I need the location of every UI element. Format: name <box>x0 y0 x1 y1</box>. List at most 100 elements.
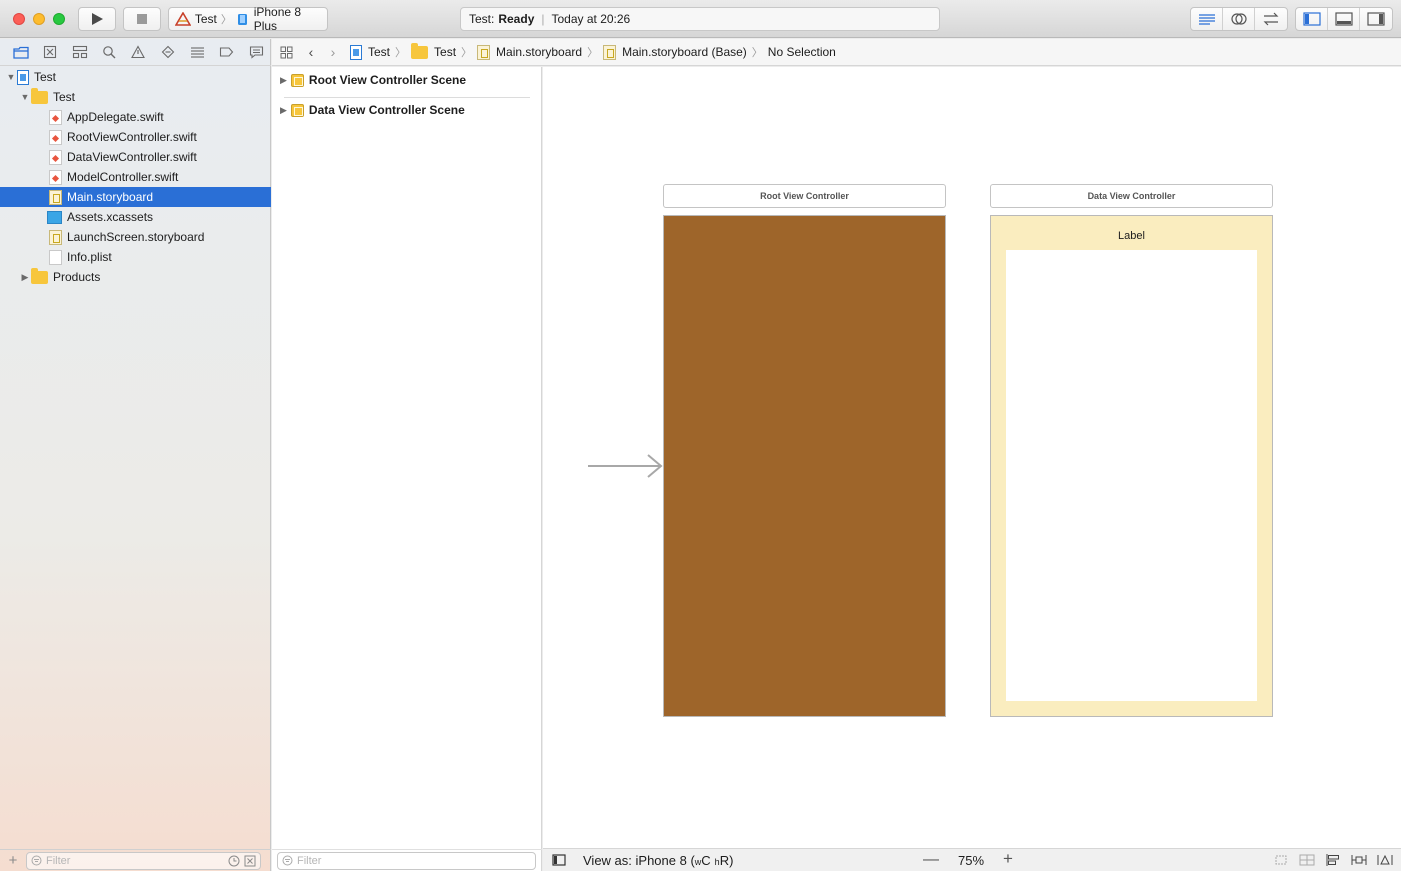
breadcrumb-label: Test <box>434 45 457 59</box>
issue-navigator-tab[interactable] <box>124 42 153 62</box>
size-class-h-value: R <box>719 852 730 868</box>
scheme-chevron-icon: 〉 <box>220 14 232 26</box>
storyboard-canvas[interactable]: Root View Controller Data View Controlle… <box>543 67 1401 848</box>
close-window-button[interactable] <box>13 13 25 25</box>
outline-toggle-icon <box>552 854 566 866</box>
update-frames-button[interactable] <box>1273 853 1289 870</box>
scene-label: Data View Controller Scene <box>308 103 465 117</box>
initial-vc-arrow-icon[interactable] <box>588 453 664 479</box>
test-navigator-tab[interactable] <box>153 42 182 62</box>
outline-filter-field[interactable]: Filter <box>277 851 536 870</box>
project-navigator: ▼ Test ▼ Test AppDelegate.swift RootView… <box>0 39 271 871</box>
panel-toggle-segment <box>1295 7 1393 31</box>
zoom-out-button[interactable]: — <box>923 851 939 869</box>
tree-row-label: ModelController.swift <box>67 170 179 184</box>
scene-label: Root View Controller Scene <box>308 73 467 87</box>
view-as-control[interactable]: View as: iPhone 8 (wC hR) <box>583 853 733 868</box>
breadcrumb-file[interactable]: Main.storyboard <box>477 44 583 60</box>
tree-row-label: Test <box>53 90 76 104</box>
align-button[interactable] <box>1325 853 1341 870</box>
tree-row-file[interactable]: ModelController.swift <box>0 167 271 187</box>
data-vc-title-bar[interactable]: Data View Controller <box>990 184 1273 208</box>
project-navigator-tab[interactable] <box>6 42 35 62</box>
disclosure-closed-icon[interactable]: ▶ <box>19 272 31 283</box>
embed-in-stack-button[interactable] <box>1299 853 1315 870</box>
symbol-navigator-tab[interactable] <box>65 42 94 62</box>
play-icon <box>92 13 103 25</box>
outline-scene-root[interactable]: ▶ Root View Controller Scene <box>272 67 542 93</box>
add-constraints-button[interactable] <box>1351 853 1367 870</box>
find-navigator-tab[interactable] <box>94 42 123 62</box>
project-file-icon <box>350 44 362 60</box>
tree-row-file[interactable]: Info.plist <box>0 247 271 267</box>
window-toolbar: Test 〉 iPhone 8 Plus Test: Ready | Today… <box>0 0 1401 38</box>
tree-row-file[interactable]: DataViewController.swift <box>0 147 271 167</box>
version-editor-button[interactable] <box>1255 8 1287 30</box>
tree-row-file[interactable]: Assets.xcassets <box>0 207 271 227</box>
zoom-in-button[interactable]: + <box>1003 849 1013 869</box>
stop-button[interactable] <box>123 7 161 31</box>
tree-row-label: DataViewController.swift <box>67 150 197 164</box>
outline-scene-data[interactable]: ▶ Data View Controller Scene <box>272 97 542 123</box>
breadcrumb-localization[interactable]: Main.storyboard (Base) <box>603 44 747 60</box>
tree-row-file-selected[interactable]: Main.storyboard <box>0 187 271 207</box>
editor-mode-segment <box>1190 7 1288 31</box>
breadcrumb-label: Main.storyboard <box>496 45 583 59</box>
navigator-filter-field[interactable]: Filter <box>26 851 261 870</box>
source-control-navigator-tab[interactable] <box>35 42 64 62</box>
outline-filter-bar: Filter <box>272 849 542 871</box>
root-vc-title-bar[interactable]: Root View Controller <box>663 184 946 208</box>
toggle-debug-area-button[interactable] <box>1328 8 1360 30</box>
standard-editor-button[interactable] <box>1191 8 1223 30</box>
disclosure-closed-icon[interactable]: ▶ <box>280 75 287 86</box>
disclosure-open-icon[interactable]: ▼ <box>19 92 31 102</box>
stop-icon <box>137 14 147 24</box>
scheme-selector[interactable]: Test 〉 iPhone 8 Plus <box>168 5 328 33</box>
tree-row-file[interactable]: RootViewController.swift <box>0 127 271 147</box>
tree-row-file[interactable]: LaunchScreen.storyboard <box>0 227 271 247</box>
breadcrumb-label: No Selection <box>767 45 836 59</box>
add-file-button[interactable]: + <box>0 852 26 869</box>
modified-files-icon[interactable] <box>244 855 256 867</box>
navigator-filter-bar: + Filter <box>0 849 271 871</box>
breadcrumb-group[interactable]: Test <box>411 42 457 59</box>
swift-file-icon <box>49 129 62 145</box>
tree-row-file[interactable]: AppDelegate.swift <box>0 107 271 127</box>
debug-navigator-tab[interactable] <box>183 42 212 62</box>
forward-button[interactable]: › <box>322 44 344 60</box>
swift-file-icon <box>49 149 62 165</box>
editor-jump-bar: ‹ › Test 〉 Test 〉 Main.storyboard 〉 Main… <box>272 39 1401 66</box>
back-button[interactable]: ‹ <box>300 44 322 60</box>
plist-file-icon <box>49 249 62 265</box>
toggle-utilities-button[interactable] <box>1360 8 1392 30</box>
root-vc-view[interactable] <box>663 215 946 717</box>
zoom-window-button[interactable] <box>53 13 65 25</box>
minimize-window-button[interactable] <box>33 13 45 25</box>
toggle-outline-button[interactable] <box>543 854 575 866</box>
breadcrumb-project[interactable]: Test <box>350 44 390 60</box>
data-content-view[interactable] <box>1006 250 1257 701</box>
tree-row-project[interactable]: ▼ Test <box>0 67 271 87</box>
tree-row-group-test[interactable]: ▼ Test <box>0 87 271 107</box>
breadcrumb-chevron-icon: 〉 <box>395 47 407 59</box>
report-navigator-tab[interactable] <box>242 42 271 62</box>
breadcrumb-selection[interactable]: No Selection <box>768 45 836 59</box>
data-vc-view[interactable]: Label <box>990 215 1273 717</box>
warning-icon <box>131 45 146 59</box>
align-icon <box>1326 854 1339 866</box>
run-button[interactable] <box>78 7 116 31</box>
navigator-panel-icon <box>1302 12 1321 26</box>
storyboard-file-icon <box>49 229 62 245</box>
related-items-button[interactable] <box>272 46 300 59</box>
resolve-layout-button[interactable] <box>1377 853 1393 870</box>
breakpoint-navigator-tab[interactable] <box>212 42 241 62</box>
data-label[interactable]: Label <box>991 230 1272 242</box>
disclosure-closed-icon[interactable]: ▶ <box>280 105 287 116</box>
root-vc-title: Root View Controller <box>760 191 849 201</box>
tree-row-group-products[interactable]: ▶ Products <box>0 267 271 287</box>
toggle-navigator-button[interactable] <box>1296 8 1328 30</box>
recent-files-icon[interactable] <box>228 855 240 867</box>
disclosure-open-icon[interactable]: ▼ <box>5 72 17 82</box>
status-project: Test: <box>469 12 495 26</box>
assistant-editor-button[interactable] <box>1223 8 1255 30</box>
